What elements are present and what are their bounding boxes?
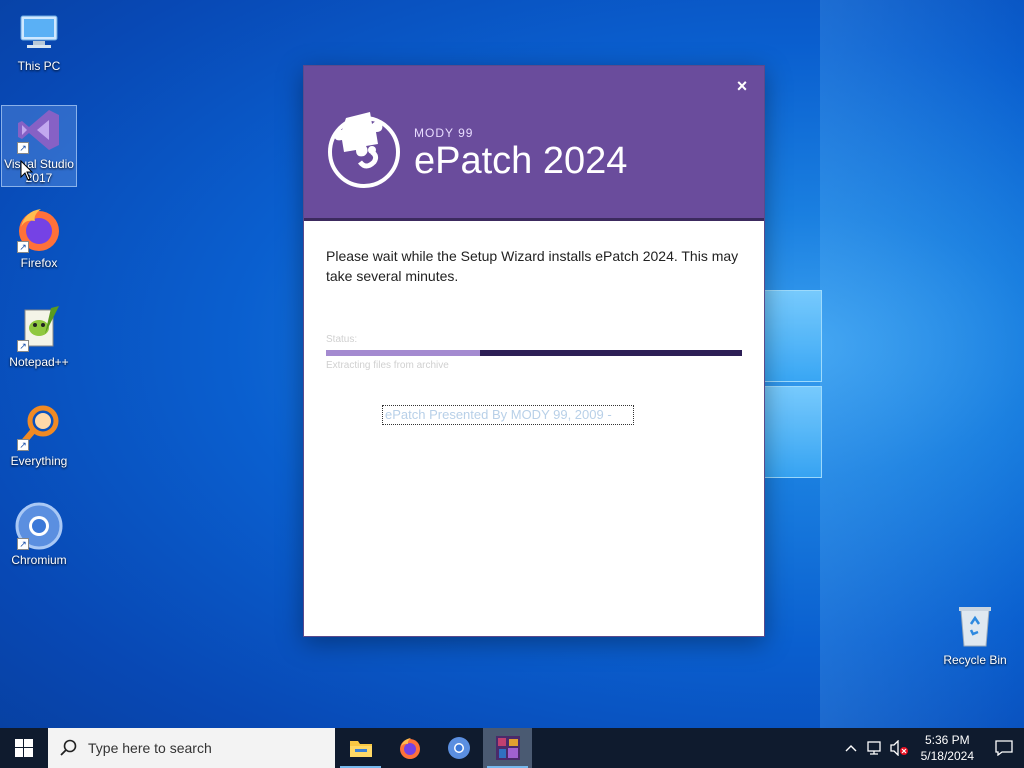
windows-logo-wallpaper bbox=[762, 290, 824, 480]
install-progress-bar bbox=[326, 350, 742, 356]
installer-window: × MODY 99 ePatch 2024 Please wait while … bbox=[303, 65, 765, 637]
desktop-icon-label: Chromium bbox=[11, 553, 67, 567]
clock-time: 5:36 PM bbox=[924, 733, 970, 747]
search-icon bbox=[60, 739, 77, 756]
desktop-icon-this-pc[interactable]: This PC bbox=[1, 8, 77, 73]
volume-muted-icon[interactable] bbox=[887, 728, 911, 768]
taskbar-search-box[interactable]: Type here to search bbox=[48, 728, 335, 768]
desktop-icon-chromium[interactable]: ↗ Chromium bbox=[1, 502, 77, 567]
chromium-icon: ↗ bbox=[15, 502, 63, 550]
status-label: Status: bbox=[326, 334, 358, 345]
desktop-icon-label: Firefox bbox=[20, 256, 58, 270]
search-placeholder: Type here to search bbox=[88, 740, 212, 756]
desktop-icon-notepadpp[interactable]: ↗ Notepad++ bbox=[1, 304, 77, 369]
clock-date: 5/18/2024 bbox=[920, 749, 974, 763]
desktop-icon-label: Visual Studio 2017 bbox=[4, 157, 74, 185]
taskbar: Type here to search 5:36 PM 5/18/2024 bbox=[0, 728, 1024, 768]
shortcut-arrow-icon: ↗ bbox=[17, 142, 29, 154]
network-icon[interactable] bbox=[863, 728, 887, 768]
recycle-bin-icon bbox=[951, 602, 999, 650]
puzzle-piece-icon bbox=[326, 110, 404, 188]
computer-icon bbox=[15, 8, 63, 56]
progress-fill bbox=[326, 350, 480, 356]
desktop-icon-firefox[interactable]: ↗ Firefox bbox=[1, 205, 77, 270]
shortcut-arrow-icon: ↗ bbox=[17, 340, 29, 352]
firefox-icon bbox=[399, 738, 420, 759]
desktop-icon-label: Recycle Bin bbox=[943, 653, 1007, 667]
status-text: Extracting files from archive bbox=[326, 360, 449, 371]
installer-header: × MODY 99 ePatch 2024 bbox=[304, 66, 764, 221]
desktop-icon-visual-studio[interactable]: ↗ Visual Studio 2017 bbox=[1, 105, 77, 187]
mouse-cursor-icon bbox=[20, 160, 34, 181]
taskbar-chromium[interactable] bbox=[434, 728, 483, 768]
shortcut-arrow-icon: ↗ bbox=[17, 439, 29, 451]
notification-center-icon[interactable] bbox=[984, 728, 1024, 768]
desktop-icon-label: Everything bbox=[10, 454, 68, 468]
system-tray: 5:36 PM 5/18/2024 bbox=[839, 728, 1024, 768]
windows-start-icon bbox=[15, 739, 33, 757]
brand-subtitle: MODY 99 bbox=[414, 126, 474, 140]
firefox-icon: ↗ bbox=[15, 205, 63, 253]
show-hidden-icons-chevron-icon[interactable] bbox=[839, 728, 863, 768]
desktop-icon-recycle-bin[interactable]: Recycle Bin bbox=[937, 602, 1013, 667]
install-message: Please wait while the Setup Wizard insta… bbox=[326, 248, 739, 284]
notepadpp-icon: ↗ bbox=[15, 304, 63, 352]
close-button[interactable]: × bbox=[732, 76, 752, 96]
desktop-icon-label: Notepad++ bbox=[9, 355, 69, 369]
magnifier-icon: ↗ bbox=[15, 403, 63, 451]
installer-app-icon bbox=[495, 736, 520, 760]
desktop-icon-everything[interactable]: ↗ Everything bbox=[1, 403, 77, 468]
clock[interactable]: 5:36 PM 5/18/2024 bbox=[911, 732, 984, 764]
shortcut-arrow-icon: ↗ bbox=[17, 241, 29, 253]
folder-icon bbox=[349, 741, 372, 757]
visual-studio-icon: ↗ bbox=[15, 106, 63, 154]
presented-by-marquee: ePatch Presented By MODY 99, 2009 - bbox=[382, 405, 634, 425]
product-title: ePatch 2024 bbox=[414, 140, 628, 182]
shortcut-arrow-icon: ↗ bbox=[17, 538, 29, 550]
desktop-icon-label: This PC bbox=[17, 59, 61, 73]
start-button[interactable] bbox=[0, 728, 48, 768]
taskbar-firefox[interactable] bbox=[385, 728, 434, 768]
taskbar-file-explorer[interactable] bbox=[336, 728, 385, 768]
chromium-icon bbox=[447, 737, 470, 759]
taskbar-epatch-installer[interactable] bbox=[483, 728, 532, 768]
